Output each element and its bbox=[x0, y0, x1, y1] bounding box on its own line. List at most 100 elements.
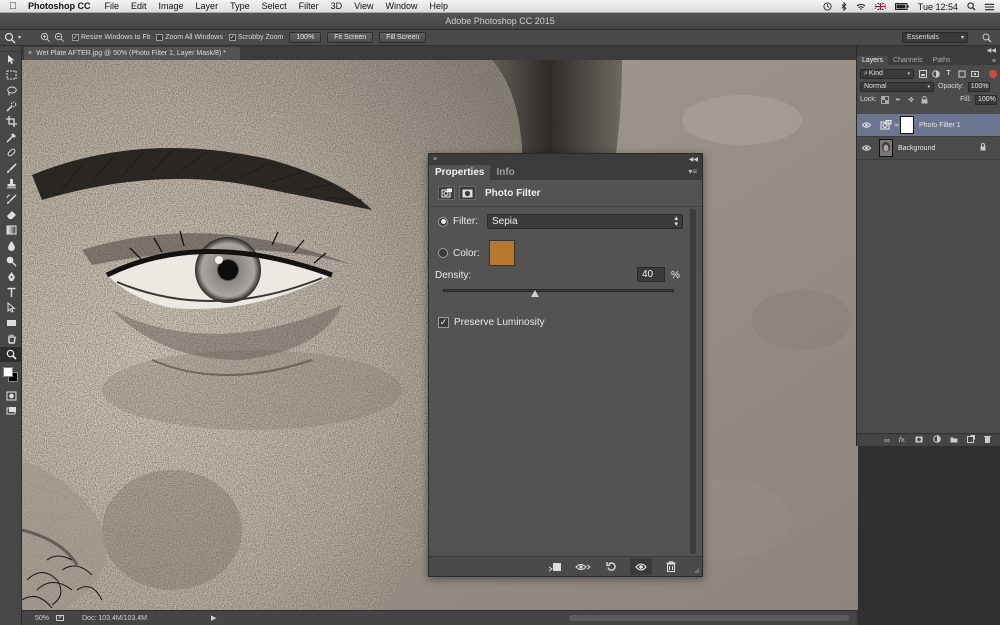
filter-radio[interactable] bbox=[438, 216, 448, 227]
color-swatches[interactable] bbox=[0, 362, 22, 388]
density-slider-thumb[interactable] bbox=[531, 290, 540, 297]
gradient-tool-icon[interactable] bbox=[0, 223, 22, 239]
collapse-panel-icon[interactable]: ◀◀ bbox=[689, 156, 698, 163]
filter-pixel-icon[interactable] bbox=[918, 69, 927, 78]
background-thumbnail[interactable] bbox=[879, 139, 893, 157]
zoom-all-windows-checkbox[interactable]: Zoom All Windows bbox=[156, 34, 223, 41]
tab-channels[interactable]: Channels bbox=[888, 56, 928, 65]
color-radio[interactable] bbox=[438, 248, 448, 258]
filter-adjustment-icon[interactable] bbox=[931, 69, 940, 78]
time-machine-icon[interactable] bbox=[823, 2, 832, 11]
tab-paths[interactable]: Paths bbox=[928, 56, 956, 65]
scrubby-zoom-checkbox[interactable]: ✓ Scrubby Zoom bbox=[228, 34, 283, 41]
trash-icon[interactable] bbox=[983, 435, 991, 445]
layers-panel-header[interactable]: ◀◀ bbox=[857, 46, 1000, 54]
spotlight-icon[interactable] bbox=[967, 2, 976, 11]
flag-uk-icon[interactable] bbox=[874, 3, 886, 10]
path-selection-tool-icon[interactable] bbox=[0, 300, 22, 316]
delete-adjustment-icon[interactable] bbox=[662, 560, 680, 574]
link-layers-icon[interactable]: ∞ bbox=[884, 436, 890, 445]
layer-photo-filter-1[interactable]: ∞ Photo Filter 1 bbox=[857, 114, 1000, 137]
fill-input[interactable]: 100% bbox=[975, 94, 997, 105]
new-layer-icon[interactable] bbox=[966, 435, 975, 445]
zoom-tool-icon[interactable] bbox=[0, 346, 22, 362]
app-menu[interactable]: Photoshop CC bbox=[26, 1, 99, 11]
lock-position-icon[interactable]: ✥ bbox=[907, 95, 916, 104]
menu-image[interactable]: Image bbox=[153, 1, 190, 11]
fit-screen-button[interactable]: Fit Screen bbox=[327, 32, 374, 43]
panel-menu-icon[interactable]: ≡ bbox=[992, 58, 1000, 65]
layer-background[interactable]: Background bbox=[857, 137, 1000, 160]
close-tab-icon[interactable]: × bbox=[28, 50, 32, 57]
clone-stamp-tool-icon[interactable] bbox=[0, 176, 22, 192]
reset-icon[interactable] bbox=[602, 560, 620, 574]
lock-transparent-icon[interactable] bbox=[881, 95, 890, 104]
fx-icon[interactable]: fx. bbox=[899, 437, 906, 444]
new-adjustment-icon[interactable] bbox=[932, 435, 941, 445]
clip-to-layer-icon[interactable] bbox=[546, 560, 564, 574]
preserve-luminosity-checkbox[interactable]: ✓ bbox=[438, 317, 449, 328]
menu-file[interactable]: File bbox=[99, 1, 126, 11]
eyedropper-tool-icon[interactable] bbox=[0, 130, 22, 146]
resize-grip-icon[interactable] bbox=[694, 568, 700, 574]
checkbox-box[interactable] bbox=[156, 34, 164, 41]
move-tool-icon[interactable] bbox=[0, 52, 22, 68]
resize-windows-checkbox[interactable]: ✓ Resize Windows to Fit bbox=[72, 34, 150, 41]
hand-tool-icon[interactable] bbox=[0, 331, 22, 347]
fill-screen-button[interactable]: Fill Screen bbox=[379, 32, 427, 43]
color-swatch[interactable] bbox=[488, 240, 515, 266]
battery-icon[interactable] bbox=[894, 3, 909, 10]
clock[interactable]: Tue 12:54 bbox=[918, 2, 958, 12]
chain-link-icon[interactable]: ∞ bbox=[893, 122, 900, 129]
healing-brush-tool-icon[interactable] bbox=[0, 145, 22, 161]
workspace-select[interactable]: Essentials ▾ bbox=[902, 32, 968, 43]
filter-select[interactable]: Sepia ▴ ▾ bbox=[487, 214, 683, 229]
tool-preset-picker[interactable]: ▾ bbox=[4, 32, 38, 44]
zoom-level[interactable]: 50% bbox=[22, 615, 56, 622]
notification-center-icon[interactable] bbox=[985, 3, 994, 11]
filter-type-icon[interactable]: T bbox=[944, 69, 953, 78]
menu-select[interactable]: Select bbox=[256, 1, 293, 11]
new-group-icon[interactable] bbox=[950, 435, 958, 445]
lock-all-icon[interactable] bbox=[920, 95, 929, 104]
adjustment-properties-icon[interactable] bbox=[438, 186, 455, 200]
document-tab[interactable]: × Wet Plate AFTER.jpg @ 50% (Photo Filte… bbox=[24, 47, 240, 60]
menu-type[interactable]: Type bbox=[224, 1, 256, 11]
menu-edit[interactable]: Edit bbox=[125, 1, 153, 11]
marquee-tool-icon[interactable] bbox=[0, 68, 22, 84]
share-icon[interactable] bbox=[56, 614, 64, 623]
panel-menu-icon[interactable]: ▾≡ bbox=[688, 167, 702, 180]
zoom-100-button[interactable]: 100% bbox=[289, 32, 322, 43]
layer-name[interactable]: Background bbox=[898, 145, 935, 152]
tab-layers[interactable]: Layers bbox=[857, 56, 889, 65]
pen-tool-icon[interactable] bbox=[0, 269, 22, 285]
type-tool-icon[interactable] bbox=[0, 285, 22, 301]
menu-3d[interactable]: 3D bbox=[325, 1, 349, 11]
lasso-tool-icon[interactable] bbox=[0, 83, 22, 99]
quick-mask-icon[interactable] bbox=[0, 388, 22, 404]
rectangle-tool-icon[interactable] bbox=[0, 316, 22, 332]
toggle-visibility-icon[interactable] bbox=[630, 558, 652, 575]
filter-shape-icon[interactable] bbox=[957, 69, 966, 78]
horizontal-scrollbar[interactable] bbox=[569, 615, 849, 621]
properties-scrollbar[interactable] bbox=[690, 209, 696, 554]
screen-mode-icon[interactable] bbox=[0, 404, 22, 420]
bluetooth-icon[interactable] bbox=[841, 2, 847, 11]
layer-mask-thumbnail[interactable] bbox=[900, 116, 914, 134]
menu-window[interactable]: Window bbox=[379, 1, 423, 11]
filter-toggle[interactable] bbox=[989, 69, 997, 78]
collapse-panel-icon[interactable]: ◀◀ bbox=[987, 47, 996, 54]
add-mask-icon[interactable] bbox=[915, 435, 923, 445]
filter-smart-object-icon[interactable] bbox=[970, 69, 979, 78]
zoom-in-button[interactable] bbox=[38, 32, 52, 44]
history-brush-tool-icon[interactable] bbox=[0, 192, 22, 208]
search-icon[interactable] bbox=[982, 33, 992, 43]
view-previous-state-icon[interactable] bbox=[574, 560, 592, 574]
crop-tool-icon[interactable] bbox=[0, 114, 22, 130]
checkbox-box[interactable]: ✓ bbox=[228, 34, 236, 41]
density-slider-track[interactable] bbox=[443, 289, 674, 292]
lock-pixels-icon[interactable]: ✒ bbox=[894, 95, 903, 104]
status-menu-arrow-icon[interactable]: ▶ bbox=[211, 614, 216, 622]
blend-mode-select[interactable]: Normal ▾ bbox=[860, 81, 934, 92]
quick-selection-tool-icon[interactable] bbox=[0, 99, 22, 115]
